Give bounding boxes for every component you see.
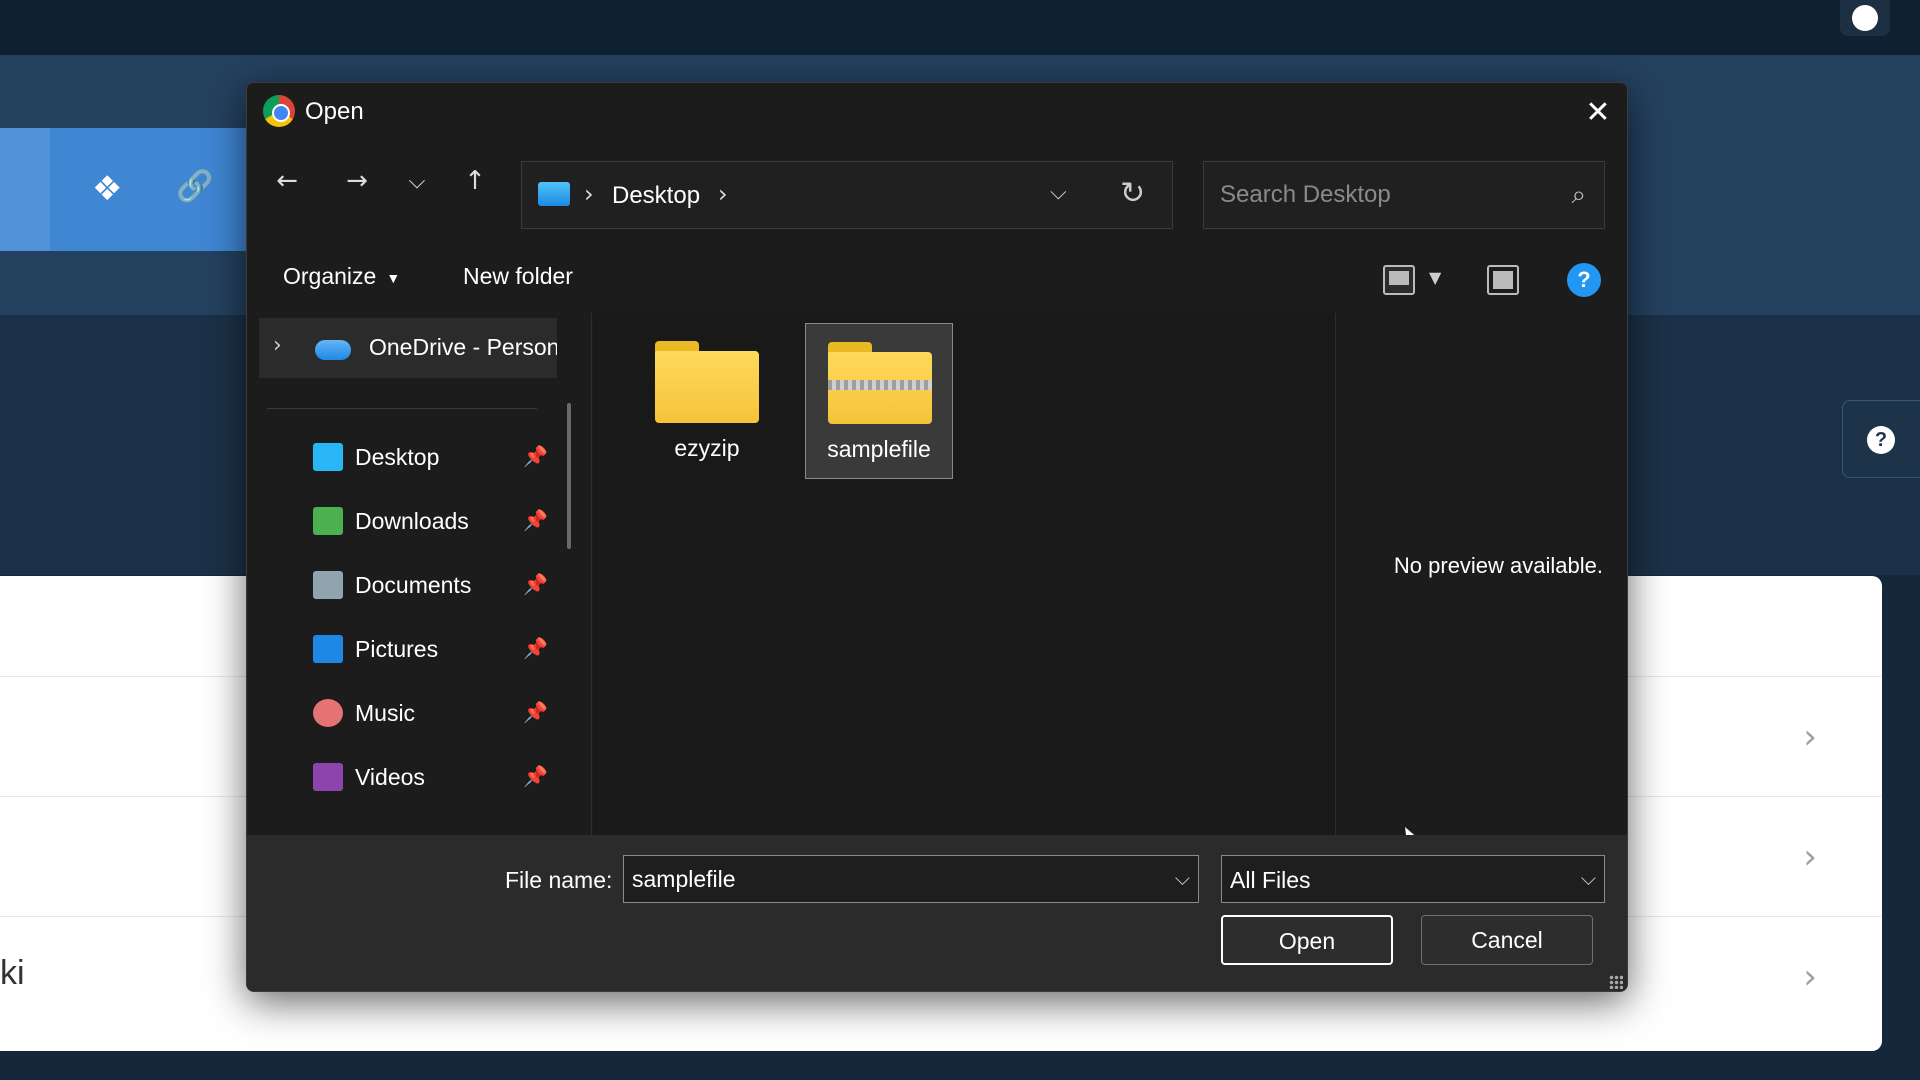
recent-locations-button[interactable]: ⌵ — [397, 161, 437, 201]
download-icon — [313, 507, 343, 535]
music-icon — [313, 699, 343, 727]
sidebar-item-onedrive[interactable]: › OneDrive - Personal — [259, 318, 557, 378]
onedrive-icon — [315, 340, 351, 360]
open-button[interactable]: Open — [1221, 915, 1393, 965]
pin-icon: 📌 — [523, 636, 548, 660]
chevron-right-icon: › — [1803, 717, 1817, 757]
chevron-right-icon: › — [1803, 957, 1817, 997]
facebook-icon — [1852, 5, 1878, 31]
file-item-ezyzip[interactable]: ezyzip — [633, 323, 781, 479]
sidebar-item-videos[interactable]: Videos 📌 — [247, 748, 557, 808]
file-list: ezyzip samplefile — [593, 313, 1335, 835]
desktop-icon — [538, 182, 570, 206]
divider — [267, 408, 537, 409]
back-button[interactable]: ← — [267, 161, 307, 201]
pane-divider[interactable] — [591, 313, 592, 835]
desktop-icon — [313, 443, 343, 471]
help-icon: ? — [1867, 426, 1895, 454]
sidebar-item-label: Downloads — [355, 508, 469, 534]
resize-grip-icon[interactable] — [1609, 975, 1623, 989]
sidebar-item-downloads[interactable]: Downloads 📌 — [247, 492, 557, 552]
search-icon[interactable]: ⌕ — [1571, 180, 1586, 211]
chevron-down-icon: ⌵ — [408, 168, 426, 194]
chevron-down-icon[interactable]: ⌵ — [1175, 866, 1190, 890]
upload-source-tile-active[interactable] — [50, 128, 250, 251]
file-name-input[interactable] — [624, 856, 1198, 902]
pictures-icon — [313, 635, 343, 663]
sidebar-item-label: Documents — [355, 572, 472, 598]
sidebar-item-music[interactable]: Music 📌 — [247, 684, 557, 744]
sidebar-item-label: Pictures — [355, 636, 439, 662]
link-icon[interactable]: 🔗 — [176, 172, 213, 202]
pin-icon: 📌 — [523, 508, 548, 532]
sidebar-item-label: OneDrive - Personal — [369, 334, 557, 360]
chevron-down-icon: ⌵ — [1580, 866, 1596, 890]
preview-message: No preview available. — [1393, 553, 1603, 578]
document-icon — [313, 571, 343, 599]
help-icon[interactable]: ? — [1567, 263, 1601, 297]
sidebar-item-label: Videos — [355, 764, 425, 790]
sidebar-item-label: Music — [355, 700, 416, 726]
topbar-action-button[interactable] — [1840, 0, 1890, 36]
list-item-partial-text: ki — [0, 954, 25, 992]
zip-folder-icon — [828, 342, 932, 424]
cancel-button[interactable]: Cancel — [1421, 915, 1593, 965]
view-options-caret-icon[interactable]: ▼ — [1429, 268, 1441, 287]
pin-icon: 📌 — [523, 444, 548, 468]
help-button[interactable]: ? — [1842, 400, 1920, 478]
organize-label: Organize — [283, 263, 377, 289]
organize-button[interactable]: Organize ▼ — [283, 263, 400, 290]
new-folder-button[interactable]: New folder — [463, 263, 573, 290]
breadcrumb-separator-icon: › — [584, 180, 594, 208]
dialog-titlebar[interactable]: Open ✕ — [247, 83, 1627, 141]
sidebar-item-pictures[interactable]: Pictures 📌 — [247, 620, 557, 680]
sidebar-item-documents[interactable]: Documents 📌 — [247, 556, 557, 616]
navigation-pane: › OneDrive - Personal Desktop 📌 Download… — [247, 313, 592, 835]
arrow-up-icon: ↑ — [464, 166, 486, 196]
app-topbar — [0, 0, 1920, 55]
search-input[interactable] — [1204, 162, 1604, 228]
address-history-dropdown-icon[interactable]: ⌵ — [1050, 180, 1067, 205]
preview-pane: No preview available. — [1335, 313, 1627, 835]
change-view-icon[interactable] — [1383, 265, 1415, 295]
file-type-select[interactable]: All Files ⌵ — [1221, 855, 1605, 903]
chevron-right-icon: › — [1803, 837, 1817, 877]
file-item-label: samplefile — [827, 436, 931, 462]
navigation-bar: ← → ⌵ ↑ › Desktop › ⌵ ↻ ⌕ — [247, 141, 1627, 229]
sidebar-scrollbar[interactable] — [567, 403, 571, 549]
refresh-icon[interactable]: ↻ — [1120, 176, 1145, 211]
dropbox-icon[interactable]: ❖ — [92, 172, 122, 206]
breadcrumb-separator-icon[interactable]: › — [718, 180, 728, 208]
file-item-samplefile[interactable]: samplefile — [805, 323, 953, 479]
file-name-combobox: ⌵ — [623, 855, 1199, 903]
command-bar: Organize ▼ New folder ▼ ? — [247, 251, 1627, 311]
up-button[interactable]: ↑ — [455, 161, 495, 201]
arrow-right-icon: → — [346, 166, 368, 196]
sidebar-item-desktop[interactable]: Desktop 📌 — [247, 428, 557, 488]
forward-button[interactable]: → — [337, 161, 377, 201]
videos-icon — [313, 763, 343, 791]
folder-icon — [655, 341, 759, 423]
dialog-footer: File name: ⌵ All Files ⌵ Open Cancel — [247, 835, 1627, 991]
sidebar-item-label: Desktop — [355, 444, 440, 470]
pin-icon: 📌 — [523, 764, 548, 788]
caret-down-icon: ▼ — [386, 269, 401, 286]
arrow-left-icon: ← — [276, 166, 298, 196]
open-file-dialog: Open ✕ ← → ⌵ ↑ › Desktop › ⌵ ↻ ⌕ Organiz… — [246, 82, 1628, 992]
pin-icon: 📌 — [523, 700, 548, 724]
file-name-label: File name: — [505, 867, 613, 893]
close-button[interactable]: ✕ — [1569, 83, 1627, 141]
dialog-title: Open — [305, 98, 364, 125]
expand-chevron-icon[interactable]: › — [273, 333, 282, 358]
close-icon: ✕ — [1585, 94, 1611, 130]
search-box: ⌕ — [1203, 161, 1605, 229]
preview-pane-icon[interactable] — [1487, 265, 1519, 295]
file-type-value: All Files — [1230, 867, 1311, 893]
address-bar[interactable]: › Desktop › ⌵ ↻ — [521, 161, 1173, 229]
chrome-icon — [263, 95, 295, 127]
breadcrumb-desktop[interactable]: Desktop — [612, 182, 700, 210]
pin-icon: 📌 — [523, 572, 548, 596]
file-item-label: ezyzip — [674, 435, 740, 461]
